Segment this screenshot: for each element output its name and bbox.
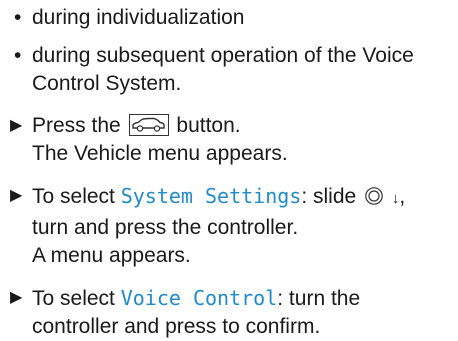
step-text: button. — [176, 114, 241, 137]
manual-page: • during individualization • during subs… — [8, 4, 456, 341]
step-result: The Vehicle menu appears. — [32, 142, 288, 165]
bullet-text: Control System. — [32, 72, 182, 95]
step-text: To select — [32, 185, 121, 208]
bullet-text: during subsequent operation of the Voice — [32, 44, 414, 67]
bullet-text: during individualization — [32, 6, 245, 29]
step-text: , — [399, 185, 406, 208]
bullet-item: • during subsequent operation of the Voi… — [8, 42, 456, 98]
step-result: A menu appears. — [32, 244, 191, 267]
instruction-step: ▶ Press the button. The Vehicle menu app… — [8, 112, 456, 168]
bullet-item: • during individualization — [8, 4, 456, 32]
step-text: To select — [32, 287, 121, 310]
step-text: : slide — [301, 185, 357, 208]
bullet-marker: • — [14, 6, 22, 29]
vehicle-button-icon — [128, 114, 169, 136]
bullet-marker: • — [14, 44, 22, 67]
step-text: controller and press to confirm. — [32, 315, 321, 338]
step-text: : turn the — [277, 287, 361, 310]
controller-icon — [364, 186, 384, 214]
menu-item-system-settings: System Settings — [120, 184, 302, 208]
menu-item-voice-control: Voice Control — [120, 286, 278, 310]
instruction-step: ▶ To select System Settings: slide ↓, tu… — [8, 182, 456, 270]
step-arrow-icon: ▶ — [10, 187, 23, 204]
step-text: turn and press the controller. — [32, 216, 299, 239]
step-arrow-icon: ▶ — [10, 117, 23, 134]
step-arrow-icon: ▶ — [10, 289, 23, 306]
instruction-step: ▶ To select Voice Control: turn the cont… — [8, 284, 456, 341]
step-text: Press the — [32, 114, 121, 137]
